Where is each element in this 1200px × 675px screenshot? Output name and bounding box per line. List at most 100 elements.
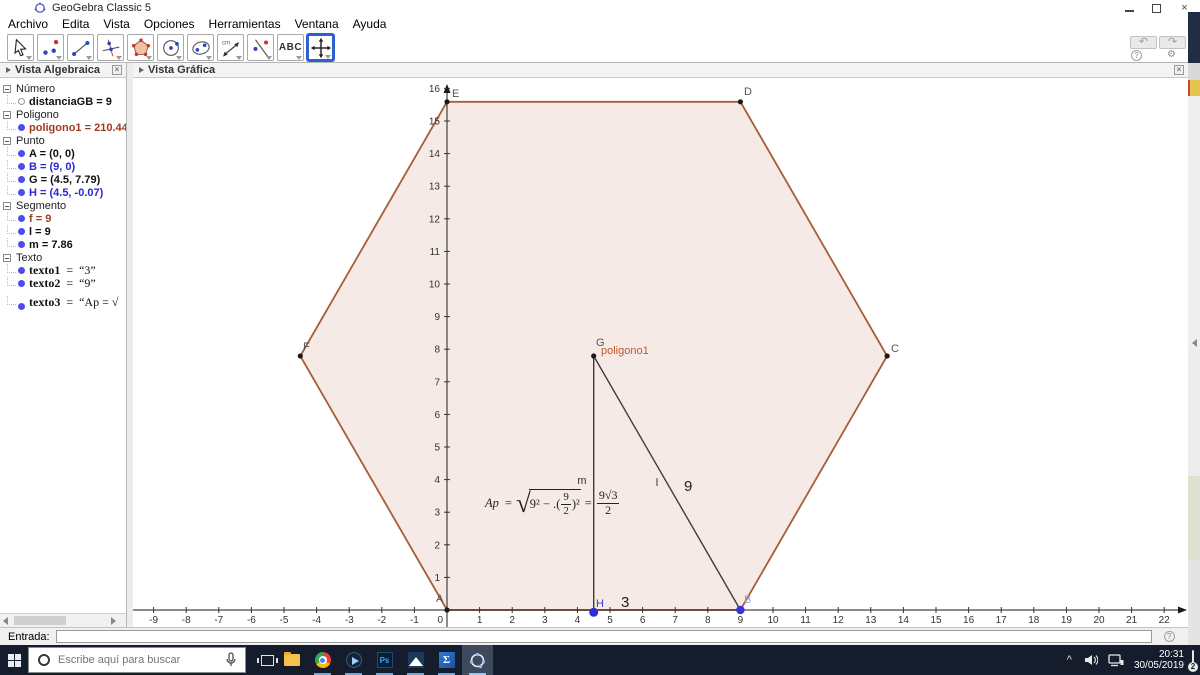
polygon-tool[interactable] [127, 34, 154, 61]
help-icon[interactable]: ? [1131, 50, 1142, 61]
point-A[interactable] [444, 607, 450, 613]
clock[interactable]: 20:31 30/05/2019 [1134, 649, 1184, 671]
scroll-right-icon[interactable] [111, 617, 116, 625]
scroll-thumb[interactable] [14, 616, 66, 625]
volume-icon[interactable] [1084, 654, 1098, 666]
point-C[interactable] [884, 353, 890, 359]
taskbar-geogebra[interactable] [462, 645, 493, 675]
menu-opciones[interactable]: Opciones [144, 17, 195, 31]
collapse-icon[interactable] [3, 253, 11, 262]
graphics-close-icon[interactable]: × [1174, 65, 1184, 75]
hidden-icons-chevron[interactable]: ^ [1067, 654, 1072, 666]
algebra-item[interactable]: l = 9 [0, 224, 126, 238]
text1-three[interactable]: 3 [621, 594, 629, 611]
point-D[interactable] [737, 99, 744, 105]
visibility-dot[interactable] [18, 267, 25, 274]
visibility-dot[interactable] [18, 98, 25, 105]
collapse-arrow-icon[interactable] [1191, 339, 1197, 347]
algebra-item[interactable]: texto3 = “Ap = √ [0, 290, 126, 310]
algebra-item[interactable]: f = 9 [0, 211, 126, 225]
tree-connector [7, 276, 16, 286]
text-tool[interactable]: ABC [277, 34, 304, 61]
taskbar-search[interactable] [28, 647, 246, 673]
network-icon[interactable] [1108, 653, 1124, 667]
label-poligono1[interactable]: poligono1 [601, 345, 649, 357]
visibility-dot[interactable] [18, 163, 25, 170]
panel-arrow-icon[interactable] [6, 67, 11, 73]
algebra-close-icon[interactable]: × [112, 65, 122, 75]
move-graphics-tool[interactable] [307, 34, 334, 61]
menu-edita[interactable]: Edita [62, 17, 89, 31]
algebra-category[interactable]: Número [0, 82, 126, 95]
line-tool[interactable] [67, 34, 94, 61]
visibility-dot[interactable] [18, 241, 25, 248]
point-B[interactable] [736, 605, 745, 615]
algebra-item[interactable]: G = (4.5, 7.79) [0, 172, 126, 186]
scroll-left-icon[interactable] [3, 617, 8, 625]
object-label: H = (4.5, -0.07) [29, 186, 104, 199]
collapse-icon[interactable] [3, 136, 11, 145]
collapse-icon[interactable] [3, 201, 11, 210]
taskbar-sigma-app[interactable]: Σ [431, 645, 462, 675]
algebra-hscrollbar[interactable] [0, 613, 126, 627]
move-tool[interactable] [7, 34, 34, 61]
visibility-dot[interactable] [18, 189, 25, 196]
reflect-tool[interactable] [247, 34, 274, 61]
visibility-dot[interactable] [18, 176, 25, 183]
algebra-item[interactable]: m = 7.86 [0, 237, 126, 251]
search-input[interactable] [58, 654, 225, 666]
taskbar-photos[interactable] [400, 645, 431, 675]
text2-nine[interactable]: 9 [684, 478, 692, 495]
visibility-dot[interactable] [18, 124, 25, 131]
menu-archivo[interactable]: Archivo [8, 17, 48, 31]
perpendicular-tool[interactable] [97, 34, 124, 61]
point-F[interactable] [297, 353, 303, 359]
visibility-dot[interactable] [18, 150, 25, 157]
menu-ventana[interactable]: Ventana [295, 17, 339, 31]
visibility-dot[interactable] [18, 280, 25, 287]
visibility-dot[interactable] [18, 303, 25, 310]
menu-vista[interactable]: Vista [103, 17, 129, 31]
taskbar-photoshop[interactable]: Ps [369, 645, 400, 675]
background-window-sliver[interactable] [1188, 12, 1200, 645]
panel-arrow-icon[interactable] [139, 67, 144, 73]
redo-button[interactable]: ↷ [1159, 36, 1186, 49]
y-tick-label: 10 [429, 280, 441, 291]
minimize-button[interactable] [1125, 5, 1134, 12]
graphics-canvas[interactable]: -9 -8 -7 -6 -5 -4 -3 -2 -1 0 1 2 3 4 5 6 7 8 9 10 11 12 13 14 15… [133, 78, 1188, 627]
microphone-icon[interactable] [225, 652, 237, 668]
algebra-item[interactable]: distanciaGB = 9 [0, 94, 126, 108]
algebra-item[interactable]: B = (9, 0) [0, 159, 126, 173]
ellipse-tool[interactable] [187, 34, 214, 61]
algebra-item[interactable]: poligono1 = 210.44 [0, 120, 126, 134]
taskbar-chrome[interactable] [307, 645, 338, 675]
algebra-item[interactable]: A = (0, 0) [0, 146, 126, 160]
point-E[interactable] [444, 99, 450, 105]
gear-icon[interactable]: ⚙ [1167, 49, 1176, 60]
entrada-input[interactable] [55, 630, 1152, 643]
menu-ayuda[interactable]: Ayuda [353, 17, 387, 31]
point-tool[interactable] [37, 34, 64, 61]
apothem-formula-text[interactable]: Ap = √ 9² − .( 9 2 )² = 9√3 2 [485, 488, 620, 518]
taskbar-media-player[interactable] [338, 645, 369, 675]
visibility-dot[interactable] [18, 215, 25, 222]
circle-tool[interactable] [157, 34, 184, 61]
x-tick-label: 22 [1159, 615, 1171, 626]
collapse-icon[interactable] [3, 84, 11, 93]
undo-button[interactable]: ↶ [1130, 36, 1157, 49]
algebra-item[interactable]: texto2 = “9” [0, 276, 126, 290]
algebra-category[interactable]: Punto [0, 134, 126, 147]
maximize-button[interactable] [1152, 3, 1161, 13]
start-button[interactable] [0, 645, 28, 675]
input-help-icon[interactable]: ? [1163, 631, 1175, 642]
algebra-item[interactable]: H = (4.5, -0.07) [0, 185, 126, 199]
point-G[interactable] [591, 353, 597, 359]
notification-center[interactable]: 2 [1188, 650, 1198, 672]
visibility-dot[interactable] [18, 228, 25, 235]
collapse-icon[interactable] [3, 110, 11, 119]
measure-tool[interactable]: cm [217, 34, 244, 61]
menu-herramientas[interactable]: Herramientas [209, 17, 281, 31]
taskbar-file-explorer[interactable] [276, 645, 307, 675]
algebra-category[interactable]: Poligono [0, 108, 126, 121]
algebra-category[interactable]: Segmento [0, 199, 126, 212]
